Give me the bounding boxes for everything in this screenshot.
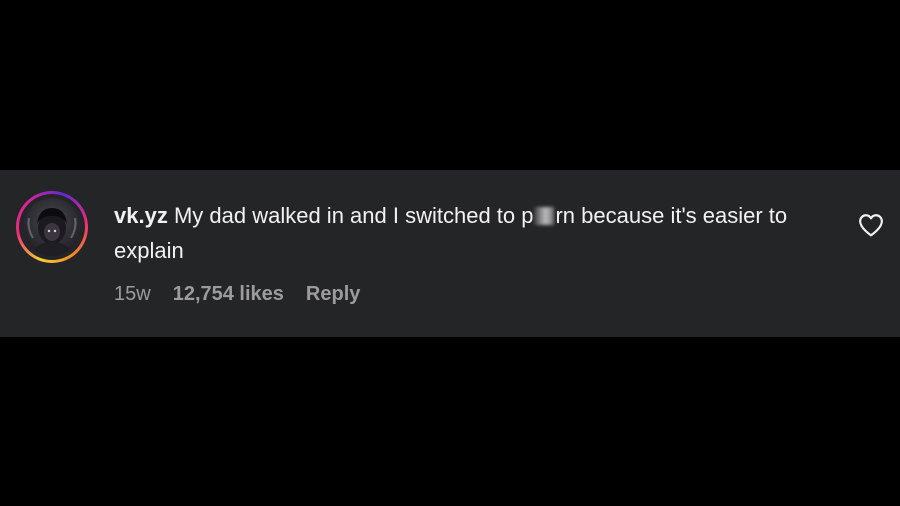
avatar-image xyxy=(27,208,77,256)
comment-likes-count[interactable]: 12,754 likes xyxy=(173,283,284,306)
comment-text-part-1: My dad walked in and I switched to p xyxy=(173,203,534,228)
comment-timestamp[interactable]: 15w xyxy=(114,283,151,306)
comment-username[interactable]: vk.yz xyxy=(114,203,168,228)
avatar-story-ring[interactable] xyxy=(16,191,88,263)
comment-text: vk.yz My dad walked in and I switched to… xyxy=(114,198,814,268)
comment-meta-row: 15w 12,754 likes Reply xyxy=(114,281,360,307)
comment-card: vk.yz My dad walked in and I switched to… xyxy=(0,170,900,337)
reply-button[interactable]: Reply xyxy=(306,283,360,306)
heart-outline-icon xyxy=(859,214,883,237)
avatar-ring-gap xyxy=(19,194,85,260)
censor-blur xyxy=(534,207,555,225)
like-button[interactable] xyxy=(858,213,884,237)
avatar[interactable] xyxy=(23,198,81,256)
